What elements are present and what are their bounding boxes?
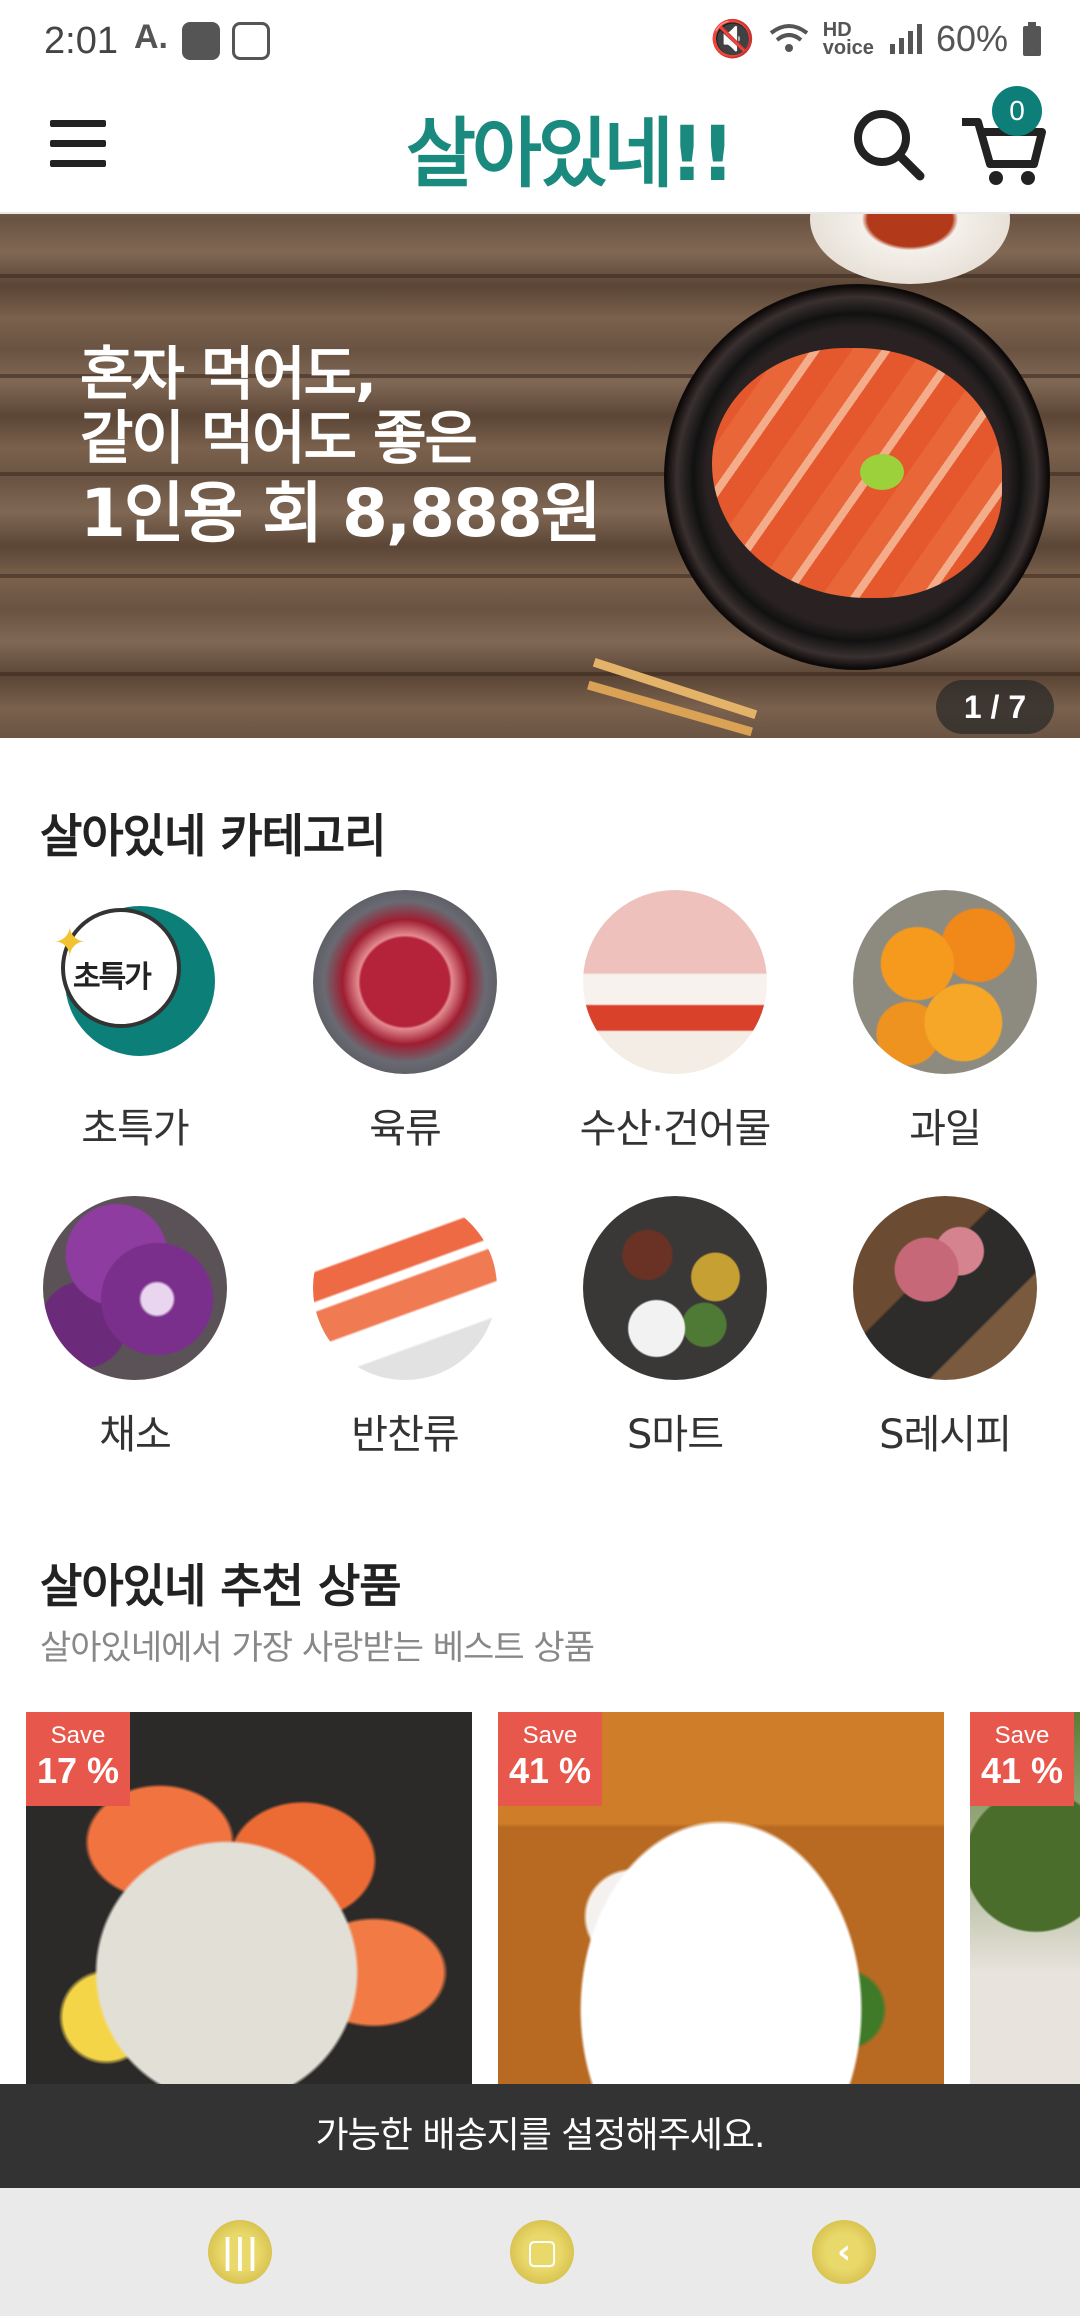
discount-badge: Save 41 % xyxy=(498,1712,602,1806)
side-dish-image xyxy=(313,1196,497,1380)
recipe-image xyxy=(853,1196,1037,1380)
signal-icon xyxy=(889,24,922,54)
mute-icon: 🔇 xyxy=(709,18,755,59)
banner-line-3: 1인용 회 8,888원 xyxy=(80,475,602,552)
spices-image xyxy=(583,1196,767,1380)
category-label: 초특가 xyxy=(81,1106,189,1152)
product-card[interactable]: Save 17 % xyxy=(26,1712,472,2084)
banner-headline: 혼자 먹어도, 같이 먹어도 좋은 1인용 회 8,888원 xyxy=(80,340,602,552)
status-time: 2:01 xyxy=(44,20,118,62)
category-special-deal[interactable]: 초특가 ✦ 초특가 xyxy=(25,890,245,1154)
battery-icon xyxy=(1023,22,1041,56)
media-icon xyxy=(232,22,270,60)
category-meat[interactable]: 육류 xyxy=(295,890,515,1154)
category-label: 반찬류 xyxy=(351,1412,459,1458)
promo-banner[interactable]: 혼자 먹어도, 같이 먹어도 좋은 1인용 회 8,888원 1 / 7 xyxy=(0,214,1080,738)
category-s-mart[interactable]: S마트 xyxy=(565,1196,785,1460)
delivery-address-toast[interactable]: 가능한 배송지를 설정해주세요. xyxy=(0,2084,1080,2188)
banner-page-counter: 1 / 7 xyxy=(936,680,1054,734)
category-seafood[interactable]: 수산·건어물 xyxy=(565,890,785,1154)
discount-percent: 41 % xyxy=(980,1750,1064,1791)
category-section-title: 살아있네 카테고리 xyxy=(40,809,387,863)
category-label: 과일 xyxy=(909,1106,982,1152)
battery-text: 60% xyxy=(935,18,1008,59)
discount-badge: Save 17 % xyxy=(26,1712,130,1806)
app-header: 살아있네!! 0 xyxy=(0,82,1080,214)
category-label: 채소 xyxy=(99,1412,172,1458)
status-right: 🔇 HD voice 60% xyxy=(710,18,1042,60)
category-label: S레시피 xyxy=(879,1412,1012,1458)
search-icon[interactable] xyxy=(848,104,928,184)
product-card[interactable]: Save 41 % xyxy=(498,1712,944,2084)
seafood-image xyxy=(583,890,767,1074)
discount-badge: Save 41 % xyxy=(970,1712,1074,1806)
recent-apps-icon[interactable]: ||| xyxy=(208,2220,272,2284)
app-logo[interactable]: 살아있네!! xyxy=(406,92,735,202)
hamburger-menu-icon[interactable] xyxy=(50,120,106,168)
save-label: Save xyxy=(994,1722,1050,1749)
banner-line-2: 같이 먹어도 좋은 xyxy=(80,404,478,472)
discount-percent: 17 % xyxy=(36,1750,120,1791)
back-icon[interactable]: ‹ xyxy=(812,2220,876,2284)
category-fruit[interactable]: 과일 xyxy=(835,890,1055,1154)
a-icon: A. xyxy=(134,18,168,56)
category-label: S마트 xyxy=(627,1412,724,1458)
cart-count-badge: 0 xyxy=(992,86,1042,136)
hd-voice-icon: HD voice xyxy=(822,19,874,59)
save-label: Save xyxy=(522,1722,578,1749)
category-label: 수산·건어물 xyxy=(579,1106,772,1152)
vegetable-image xyxy=(43,1196,227,1380)
system-nav-bar: ||| ▢ ‹ xyxy=(0,2188,1080,2316)
wifi-icon xyxy=(769,24,809,52)
category-s-recipe[interactable]: S레시피 xyxy=(835,1196,1055,1460)
weather-icon xyxy=(182,22,220,60)
fruit-image xyxy=(853,890,1037,1074)
category-side-dish[interactable]: 반찬류 xyxy=(295,1196,515,1460)
home-icon[interactable]: ▢ xyxy=(510,2220,574,2284)
category-vegetable[interactable]: 채소 xyxy=(25,1196,245,1460)
recommended-section-subtitle: 살아있네에서 가장 사랑받는 베스트 상품 xyxy=(40,1628,595,1668)
product-card[interactable]: Save 41 % xyxy=(970,1712,1080,2084)
discount-percent: 41 % xyxy=(508,1750,592,1791)
sparkle-icon: ✦ xyxy=(53,920,87,966)
category-label: 육류 xyxy=(369,1106,442,1152)
save-label: Save xyxy=(50,1722,106,1749)
recommended-section-title: 살아있네 추천 상품 xyxy=(40,1559,402,1613)
special-deal-badge-icon: 초특가 ✦ xyxy=(43,890,227,1074)
banner-line-1: 혼자 먹어도, xyxy=(80,340,377,408)
meat-image xyxy=(313,890,497,1074)
status-bar: 2:01 A. 🔇 HD voice 60% xyxy=(0,0,1080,82)
